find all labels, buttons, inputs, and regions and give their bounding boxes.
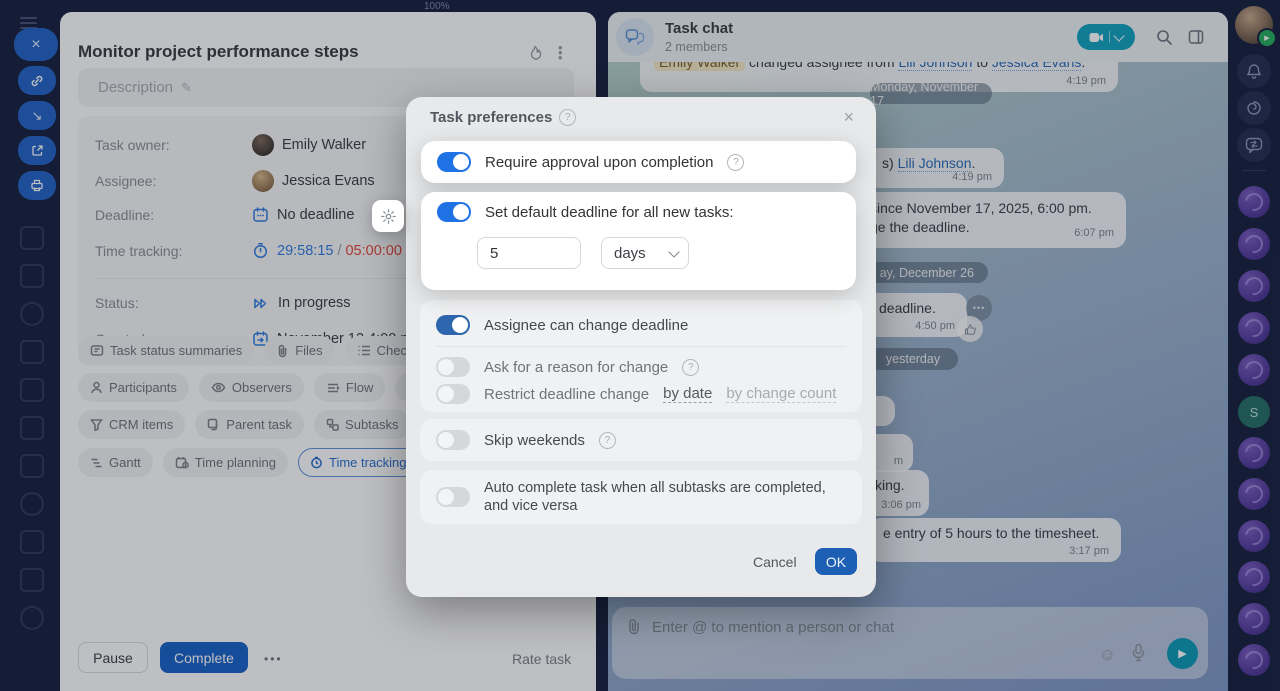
assignee-change-toggle[interactable] [436,315,470,335]
default-deadline-toggle[interactable] [437,202,471,222]
reason-toggle[interactable] [436,357,470,377]
help-icon[interactable]: ? [682,359,699,376]
help-icon[interactable]: ? [727,154,744,171]
restrict-by-count-link[interactable]: by change count [726,385,836,403]
skip-weekends-toggle[interactable] [436,430,470,450]
restrict-toggle[interactable] [436,384,470,404]
chevron-down-icon [668,246,679,257]
help-icon[interactable]: ? [559,109,576,126]
gear-icon [380,208,397,225]
divider [436,346,846,347]
deadline-settings-gear-button[interactable] [372,200,404,232]
cancel-button[interactable]: Cancel [753,554,797,570]
auto-complete-toggle[interactable] [436,487,470,507]
deadline-days-input[interactable] [477,237,581,269]
modal-close-icon[interactable]: × [843,107,854,128]
deadline-change-section: Assignee can change deadline Ask for a r… [420,300,862,412]
auto-complete-section: Auto complete task when all subtasks are… [420,470,862,524]
skip-weekends-section: Skip weekends ? [420,419,862,461]
restrict-by-date-link[interactable]: by date [663,385,712,403]
modal-title: Task preferences [430,109,552,126]
app-window: 100% × ↘ Monitor project performance ste… [0,0,1280,691]
require-approval-row: Require approval upon completion ? [421,141,856,183]
require-approval-toggle[interactable] [437,152,471,172]
deadline-unit-select[interactable]: days [601,237,689,269]
help-icon[interactable]: ? [599,432,616,449]
default-deadline-row: Set default deadline for all new tasks: … [421,192,856,290]
ok-button[interactable]: OK [815,548,857,575]
